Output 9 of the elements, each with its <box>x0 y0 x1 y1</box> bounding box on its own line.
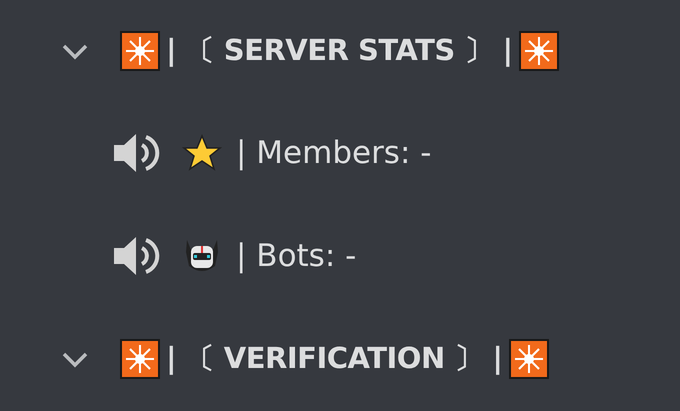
sparkle-icon <box>120 31 160 71</box>
channel-name[interactable]: | Members: - <box>236 135 432 171</box>
sparkle-icon <box>518 31 559 71</box>
channel-name[interactable]: | Bots: - <box>236 238 356 274</box>
sparkle-icon <box>508 339 549 379</box>
star-icon <box>182 133 222 173</box>
category-name[interactable]: | 〔 VERIFICATION 〕 | <box>166 339 503 379</box>
category-name[interactable]: | 〔 SERVER STATS 〕 | <box>166 31 513 71</box>
sparkle-icon <box>120 339 160 379</box>
